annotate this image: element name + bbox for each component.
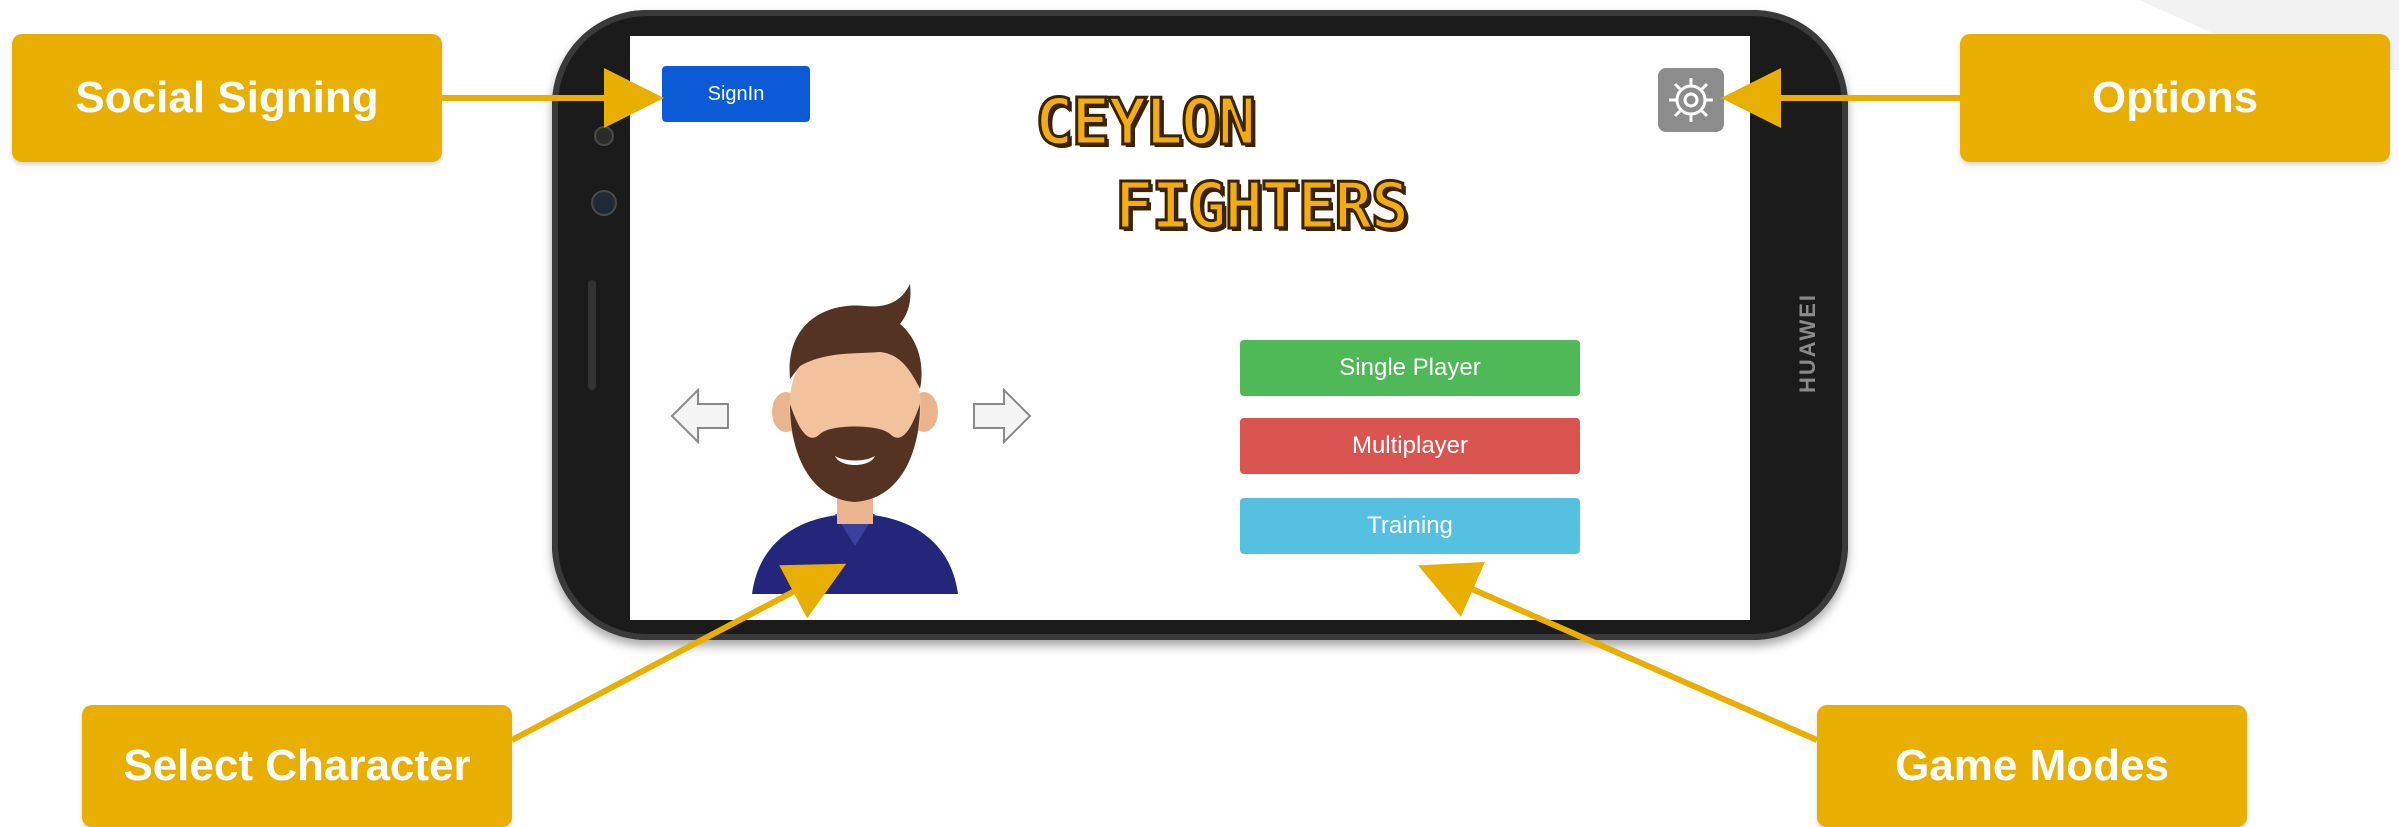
phone-sensor [594,126,614,146]
multiplayer-button[interactable]: Multiplayer [1240,418,1580,474]
training-button[interactable]: Training [1240,498,1580,554]
logo-line-1: CEYLON [1033,85,1257,162]
callout-select-character: Select Character [82,705,512,827]
arrow-right-icon [973,387,1032,445]
callout-social-signing: Social Signing [12,34,442,162]
avatar-icon [752,284,958,594]
signin-button[interactable]: SignIn [662,66,810,122]
game-main-menu-screen: SignIn CEYLON FIGHTERS Single Player Mul… [630,36,1750,620]
phone-brand: HUAWEI [1795,293,1820,393]
next-character-button[interactable] [970,386,1034,446]
phone-speaker [588,280,596,390]
phone-camera [591,190,617,216]
settings-button[interactable] [1658,68,1724,132]
callout-options: Options [1960,34,2390,162]
logo-line-2: FIGHTERS [1113,169,1410,246]
single-player-button[interactable]: Single Player [1240,340,1580,396]
previous-character-button[interactable] [668,386,732,446]
callout-game-modes: Game Modes [1817,705,2247,827]
game-logo: CEYLON FIGHTERS [1033,85,1410,276]
arrow-left-icon [670,387,729,445]
gear-icon [1669,78,1713,122]
character-avatar [730,284,980,594]
